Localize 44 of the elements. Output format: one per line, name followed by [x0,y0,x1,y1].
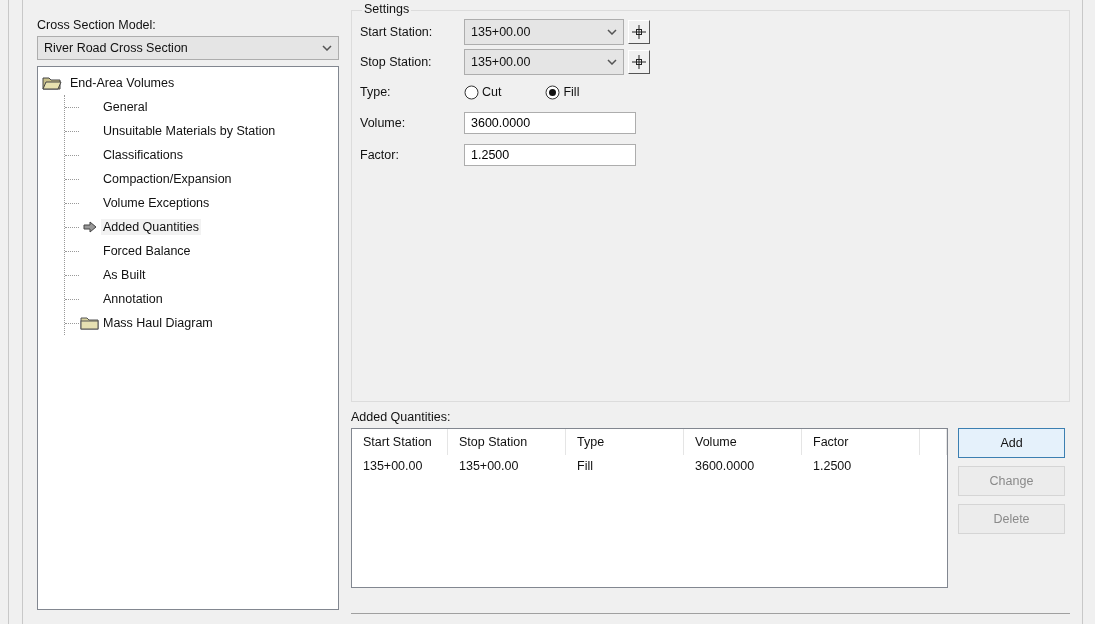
chevron-down-icon [607,59,617,65]
model-label: Cross Section Model: [37,18,157,32]
table-cell-text: 135+00.00 [362,458,424,475]
table-cell-text: 3600.0000 [694,458,756,475]
radio-label: Fill [563,85,580,99]
column-header[interactable]: Start Station [352,429,448,455]
field-label: Stop Station: [360,55,433,69]
tree-item[interactable]: Classifications [101,147,185,163]
crosshair-button[interactable] [628,20,650,44]
column-header[interactable]: Stop Station [448,429,566,455]
input-field[interactable]: 1.2500 [464,144,636,166]
radio-button[interactable] [545,84,561,100]
tree-item[interactable]: Volume Exceptions [101,195,212,211]
input-field[interactable]: 3600.0000 [464,112,636,134]
column-header[interactable]: Factor [802,429,920,455]
station-dropdown[interactable]: 135+00.00 [464,19,624,45]
chevron-down-icon [607,29,617,35]
tree-item[interactable]: End-Area Volumes [68,75,177,91]
list-label: Added Quantities: [351,410,452,424]
table-cell-text: Fill [576,458,594,475]
radio-label: Cut [482,85,502,99]
radio-button[interactable] [464,84,479,100]
column-header[interactable]: Volume [684,429,802,455]
chevron-down-icon [322,45,332,51]
field-label: Type: [360,85,392,99]
tree-item[interactable]: General [101,99,150,115]
field-label: Start Station: [360,25,434,39]
tree-item[interactable]: Mass Haul Diagram [101,315,215,331]
action-button[interactable]: Add [958,428,1065,458]
field-label: Factor: [360,148,400,162]
tree-item[interactable]: Unsuitable Materials by Station [101,123,278,139]
field-label: Volume: [360,116,407,130]
tree-item[interactable]: Compaction/Expansion [101,171,234,187]
table-cell-text: 135+00.00 [458,458,520,475]
model-dropdown[interactable]: River Road Cross Section [37,36,339,60]
station-dropdown[interactable]: 135+00.00 [464,49,624,75]
group-title: Settings [362,2,412,16]
column-header[interactable]: Type [566,429,684,455]
crosshair-button[interactable] [628,50,650,74]
tree-item[interactable]: Annotation [101,291,165,307]
tree-item[interactable]: Added Quantities [101,219,201,235]
tree-item[interactable]: As Built [101,267,148,283]
tree-item[interactable]: Forced Balance [101,243,193,259]
table-cell-text: 1.2500 [812,458,853,475]
